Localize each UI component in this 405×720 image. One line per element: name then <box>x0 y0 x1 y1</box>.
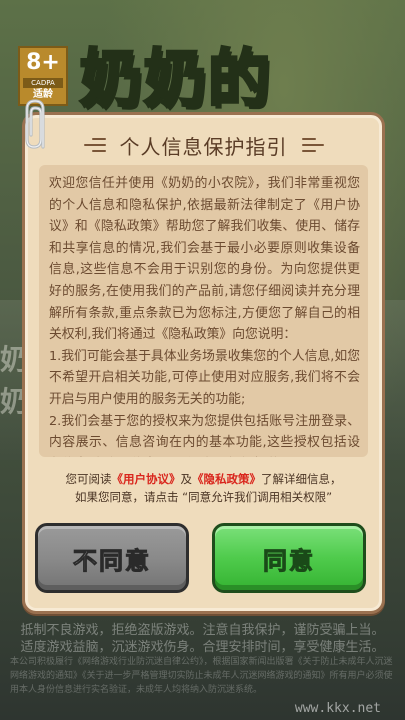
consent-notice: 您可阅读《用户协议》及《隐私政策》了解详细信息， 如果您同意，请点击 “同意允许… <box>65 472 342 504</box>
title-decoration-icon <box>83 138 106 152</box>
title-decoration-icon <box>301 138 324 152</box>
watermark: www.kkx.net <box>294 701 381 716</box>
policy-text-scroll[interactable]: 欢迎您信任并使用《奶奶的小农院》，我们非常重视您的个人信息和隐私保护,依据最新法… <box>39 165 368 457</box>
health-advice: 抵制不良游戏，拒绝盗版游戏。注意自我保护，谨防受骗上当。 适度游戏益脑，沉迷游戏… <box>20 623 385 655</box>
user-agreement-link[interactable]: 《用户协议》 <box>112 472 181 486</box>
privacy-dialog: 个人信息保护指引 欢迎您信任并使用《奶奶的小农院》，我们非常重视您的个人信息和隐… <box>22 99 385 614</box>
agree-button[interactable]: 同意 <box>212 523 366 593</box>
dialog-title: 个人信息保护指引 <box>119 134 288 159</box>
privacy-policy-link[interactable]: 《隐私政策》 <box>192 472 261 486</box>
dialog-header: 个人信息保护指引 <box>25 131 382 159</box>
game-logo-title: 奶奶的 <box>78 41 273 117</box>
anti-addiction-notice: 本公司积极履行《网络游戏行业防沉迷自律公约》，根据国家新闻出版署《关于防止未成年… <box>10 657 393 695</box>
policy-paragraph: 2.我们会基于您的授权来为您提供包括账号注册登录、内容展示、信息咨询在内的基本功… <box>49 413 360 457</box>
policy-paragraph: 欢迎您信任并使用《奶奶的小农院》，我们非常重视您的个人信息和隐私保护,依据最新法… <box>49 176 360 343</box>
disagree-button[interactable]: 不同意 <box>35 523 189 593</box>
policy-paragraph: 1.我们可能会基于具体业务场景收集您的个人信息,如您不希望开启相关功能,可停止使… <box>49 348 360 407</box>
